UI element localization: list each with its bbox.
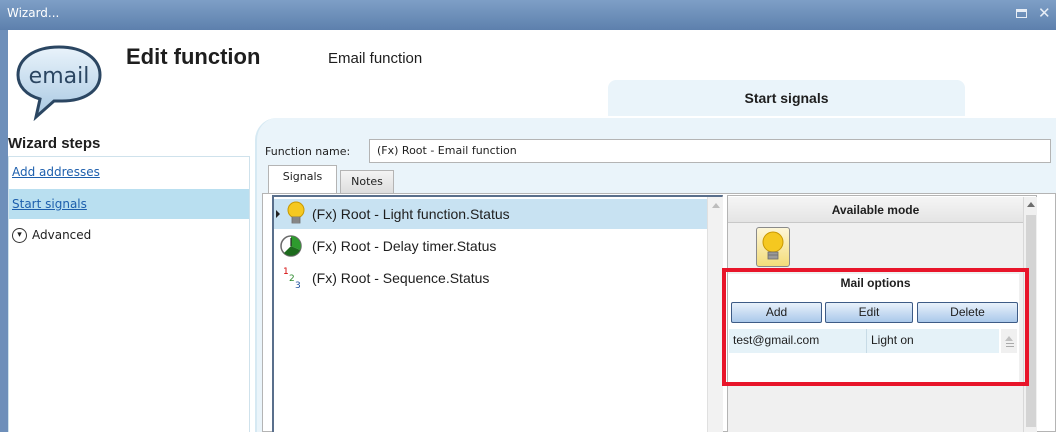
signal-label: (Fx) Root - Light function.Status <box>312 206 510 222</box>
lightbulb-icon[interactable] <box>756 227 790 267</box>
signal-label: (Fx) Root - Delay timer.Status <box>312 238 497 254</box>
chevron-down-icon: ▾ <box>12 227 27 243</box>
svg-text:2: 2 <box>289 274 295 284</box>
available-mode-header: Available mode <box>728 197 1023 223</box>
signal-label: (Fx) Root - Sequence.Status <box>312 270 490 286</box>
tab-notes[interactable]: Notes <box>340 170 394 193</box>
row-marker-icon <box>276 210 280 218</box>
signal-list: (Fx) Root - Light function.Status (Fx) R… <box>272 195 723 432</box>
function-name-field[interactable]: (Fx) Root - Email function <box>369 139 1051 163</box>
sidebar-item-advanced[interactable]: ▾ Advanced <box>9 222 91 248</box>
list-item[interactable]: (Fx) Root - Delay timer.Status <box>274 231 707 261</box>
highlight-box <box>722 268 1029 386</box>
function-name-label: Function name: <box>265 145 351 158</box>
svg-text:3: 3 <box>295 281 301 291</box>
page-subtitle: Email function <box>328 50 423 67</box>
scroll-up-icon[interactable] <box>712 203 720 208</box>
close-icon[interactable]: ✕ <box>1038 4 1051 22</box>
tab-start-signals[interactable]: Start signals <box>608 80 965 116</box>
sidebar-item-start-signals[interactable]: Start signals <box>9 189 249 219</box>
svg-text:1: 1 <box>283 267 289 277</box>
list-item[interactable]: (Fx) Root - Light function.Status <box>274 199 707 229</box>
restore-icon[interactable] <box>1016 9 1027 18</box>
sequence-icon: 1 2 3 <box>274 263 312 293</box>
window-title: Wizard... <box>7 6 60 20</box>
sidebar-item-add-addresses[interactable]: Add addresses <box>9 157 249 187</box>
signal-list-scrollbar[interactable] <box>707 197 723 432</box>
window-titlebar: Wizard... ✕ <box>0 0 1056 30</box>
page-title: Edit function <box>126 44 261 69</box>
tab-signals[interactable]: Signals <box>268 165 337 193</box>
lightbulb-icon <box>274 199 312 229</box>
email-logo: email <box>16 45 102 121</box>
wizard-steps-list: Add addresses Start signals ▾ Advanced <box>8 156 250 432</box>
timer-icon <box>274 231 312 261</box>
scroll-up-icon[interactable] <box>1027 202 1035 207</box>
list-item[interactable]: 1 2 3 (Fx) Root - Sequence.Status <box>274 263 707 293</box>
sidebar-item-label: Advanced <box>32 228 92 242</box>
logo-text: email <box>29 64 90 89</box>
wizard-steps-header: Wizard steps <box>8 135 101 152</box>
wizard-steps-panel: Wizard steps Add addresses Start signals… <box>8 130 250 432</box>
